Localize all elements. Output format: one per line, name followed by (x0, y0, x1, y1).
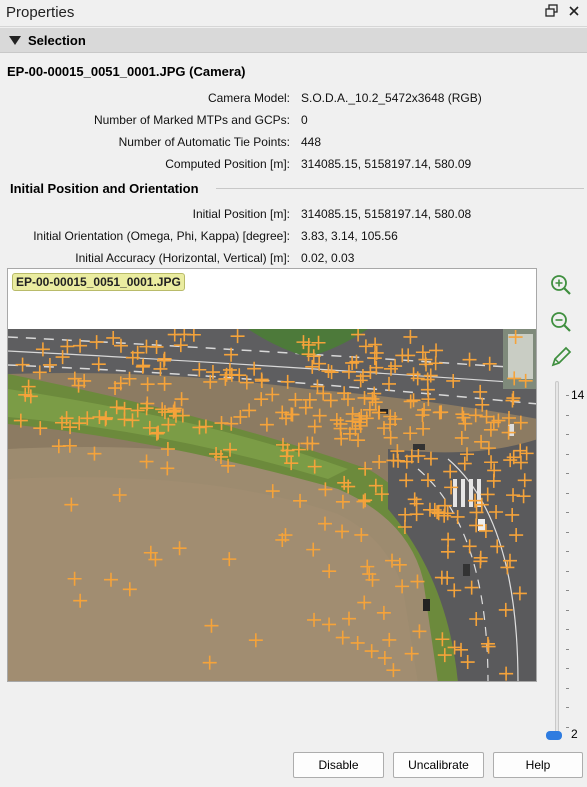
initial-position-row: Initial Position [m]: 314085.15, 5158197… (0, 207, 587, 225)
disable-button[interactable]: Disable (293, 752, 384, 778)
tie-points-row: Number of Automatic Tie Points: 448 (0, 135, 587, 153)
initial-accuracy-row: Initial Accuracy (Horizontal, Vertical) … (0, 251, 587, 269)
zoom-out-icon[interactable] (549, 310, 573, 334)
slider-tick (566, 687, 569, 689)
section-label: Selection (28, 33, 86, 48)
field-label: Number of Marked MTPs and GCPs: (93, 113, 290, 127)
field-label: Initial Accuracy (Horizontal, Vertical) … (75, 251, 290, 265)
field-label: Initial Position [m]: (192, 207, 290, 221)
slider-tick (566, 551, 569, 552)
divider (216, 188, 584, 189)
aerial-photo[interactable] (8, 329, 537, 682)
slider-tick (566, 726, 569, 728)
slider-tick (566, 707, 569, 708)
zoom-in-icon[interactable] (549, 273, 573, 297)
close-icon[interactable] (566, 4, 582, 20)
slider-max-label: 14 (571, 388, 585, 402)
camera-title: EP-00-00015_0051_0001.JPG (Camera) (7, 64, 246, 79)
marked-mtps-row: Number of Marked MTPs and GCPs: 0 (0, 113, 587, 131)
help-button[interactable]: Help (493, 752, 583, 778)
zoom-slider-track[interactable] (555, 381, 559, 739)
field-value: 314085.15, 5158197.14, 580.08 (301, 207, 472, 221)
slider-tick (566, 609, 569, 611)
field-value: 0 (301, 113, 308, 127)
camera-model-row: Camera Model: S.O.D.A._10.2_5472x3648 (R… (0, 91, 587, 109)
field-value: 0.02, 0.03 (301, 251, 355, 265)
field-value: 448 (301, 135, 322, 149)
field-label: Computed Position [m]: (165, 157, 290, 171)
slider-tick (566, 434, 569, 435)
collapse-triangle-icon[interactable] (9, 36, 21, 45)
slider-tick (566, 570, 569, 572)
field-value: 3.83, 3.14, 105.56 (301, 229, 398, 243)
field-value: 314085.15, 5158197.14, 580.09 (301, 157, 472, 171)
slider-tick (566, 531, 569, 533)
field-value: S.O.D.A._10.2_5472x3648 (RGB) (301, 91, 482, 105)
slider-min-label: 2 (571, 727, 578, 741)
field-label: Initial Orientation (Omega, Phi, Kappa) … (33, 229, 290, 243)
restore-icon[interactable] (544, 4, 560, 20)
selection-section-header[interactable]: Selection (0, 28, 587, 53)
initial-section-heading: Initial Position and Orientation (10, 181, 199, 196)
uncalibrate-button[interactable]: Uncalibrate (393, 752, 484, 778)
pencil-icon[interactable] (549, 345, 573, 369)
field-label: Camera Model: (207, 91, 290, 105)
slider-tick (566, 590, 569, 591)
panel-titlebar: Properties (0, 0, 587, 27)
slider-tick (566, 473, 569, 474)
computed-position-row: Computed Position [m]: 314085.15, 515819… (0, 157, 587, 175)
slider-tick (566, 648, 569, 650)
image-viewer[interactable]: EP-00-00015_0051_0001.JPG (7, 268, 537, 682)
image-name-label: EP-00-00015_0051_0001.JPG (12, 273, 185, 291)
slider-tick (566, 668, 569, 669)
slider-tick (566, 395, 569, 396)
slider-tick (566, 629, 569, 630)
field-label: Number of Automatic Tie Points: (118, 135, 290, 149)
slider-tick (566, 453, 569, 455)
panel-title: Properties (6, 4, 75, 21)
initial-orientation-row: Initial Orientation (Omega, Phi, Kappa) … (0, 229, 587, 247)
slider-tick (566, 512, 569, 513)
zoom-slider-handle[interactable] (546, 731, 562, 740)
slider-tick (566, 492, 569, 494)
slider-tick (566, 414, 569, 416)
